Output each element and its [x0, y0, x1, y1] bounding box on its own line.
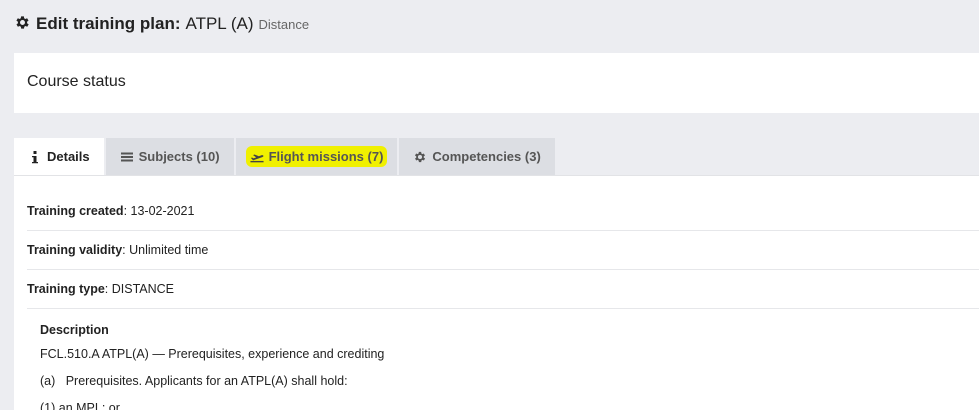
tab-subjects[interactable]: Subjects (10): [105, 138, 234, 175]
training-validity-label: Training validity: [27, 243, 123, 257]
training-created-value: : 13-02-2021: [123, 204, 195, 218]
tab-label: Details: [47, 149, 90, 164]
tab-label: Competencies (3): [432, 149, 541, 164]
title-subtitle: Distance: [258, 17, 310, 32]
description-line: (1) an MPL; or: [40, 401, 120, 410]
description-label: Description: [40, 323, 109, 337]
description-line: FCL.510.A ATPL(A) — Prerequisites, exper…: [40, 347, 385, 361]
training-type-row: Training type : DISTANCE: [27, 270, 979, 309]
tab-flight-missions[interactable]: Flight missions (7): [235, 138, 398, 175]
details-panel: Training created : 13-02-2021 Training v…: [14, 175, 979, 410]
list-icon: [120, 150, 134, 164]
training-type-label: Training type: [27, 282, 105, 296]
info-icon: [28, 150, 42, 164]
highlight-marker: Flight missions (7): [245, 146, 388, 167]
tab-details[interactable]: Details: [14, 138, 104, 175]
page-title: Edit training plan: ATPL (A) Distance: [14, 12, 309, 34]
training-validity-value: : Unlimited time: [122, 243, 209, 257]
tab-label: Flight missions (7): [268, 149, 384, 164]
training-type-value: : DISTANCE: [104, 282, 175, 296]
description-line: (a) Prerequisites. Applicants for an ATP…: [40, 374, 348, 388]
tab-competencies[interactable]: Competencies (3): [399, 138, 555, 175]
gear-icon: [413, 150, 427, 164]
page: Edit training plan: ATPL (A) Distance Co…: [0, 0, 979, 410]
title-plan-name: ATPL (A): [185, 14, 254, 33]
gear-icon: [14, 14, 31, 31]
course-status-card[interactable]: Course status: [14, 53, 979, 113]
plane-departure-icon: [250, 150, 264, 164]
training-created-row: Training created : 13-02-2021: [27, 192, 979, 231]
tab-label: Subjects (10): [138, 149, 220, 164]
course-status-label: Course status: [27, 73, 126, 90]
training-created-label: Training created: [27, 204, 124, 218]
tab-bar: Details Subjects (10) Flight missions (7…: [14, 138, 557, 175]
training-validity-row: Training validity : Unlimited time: [27, 231, 979, 270]
title-prefix: Edit training plan:: [36, 14, 181, 33]
